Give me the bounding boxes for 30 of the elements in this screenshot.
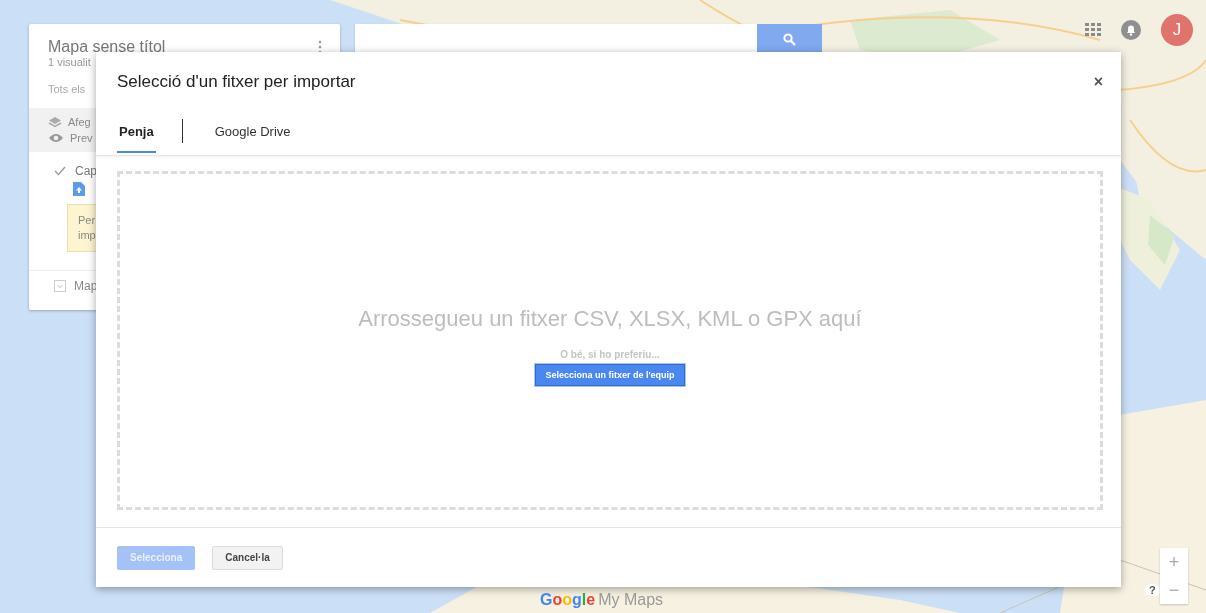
action-label[interactable]: Afeg — [68, 116, 91, 128]
search-icon — [783, 32, 796, 46]
map-title[interactable]: Mapa sense títol — [48, 38, 166, 56]
drop-hint: Arrossegueu un fitxer CSV, XLSX, KML o GPX aquí — [358, 305, 862, 332]
file-upload-icon[interactable] — [73, 182, 85, 196]
expand-icon[interactable] — [54, 280, 66, 292]
product-name: My Maps — [598, 590, 664, 610]
zoom-out-button[interactable]: − — [1160, 576, 1188, 604]
bell-icon[interactable] — [1121, 20, 1141, 40]
dialog-button[interactable]: Cancel·la — [212, 545, 283, 570]
close-button[interactable]: × — [1089, 73, 1107, 91]
eye-icon — [48, 132, 64, 144]
checkbox[interactable] — [53, 164, 67, 178]
tab[interactable]: Google Drive — [212, 113, 293, 153]
zoom-in-button[interactable]: + — [1160, 548, 1188, 576]
action-label[interactable]: Prev — [70, 132, 93, 144]
tab[interactable]: Penja — [117, 113, 156, 153]
apps-grid-icon[interactable] — [1085, 23, 1101, 37]
search-field[interactable] — [355, 24, 757, 54]
choose-file-button[interactable]: Selecciona un fitxer de l'equip — [535, 363, 685, 386]
drop-zone[interactable]: Arrossegueu un fitxer CSV, XLSX, KML o GPX aquí O bé, si ho preferiu... Selecciona un fitxer de l'equip — [117, 171, 1103, 510]
search-button[interactable] — [757, 24, 822, 54]
layers-icon — [48, 116, 62, 128]
alternative-hint: O bé, si ho preferiu... — [560, 348, 660, 360]
view-count: 1 visualit — [47, 56, 92, 68]
layer-name[interactable]: Cap — [75, 164, 97, 178]
google-wordmark: Google — [540, 590, 596, 610]
dialog-title: Selecció d'un fitxer per importar — [117, 72, 356, 92]
notice-text: imp — [78, 228, 97, 243]
notice-text: Per — [78, 213, 97, 228]
